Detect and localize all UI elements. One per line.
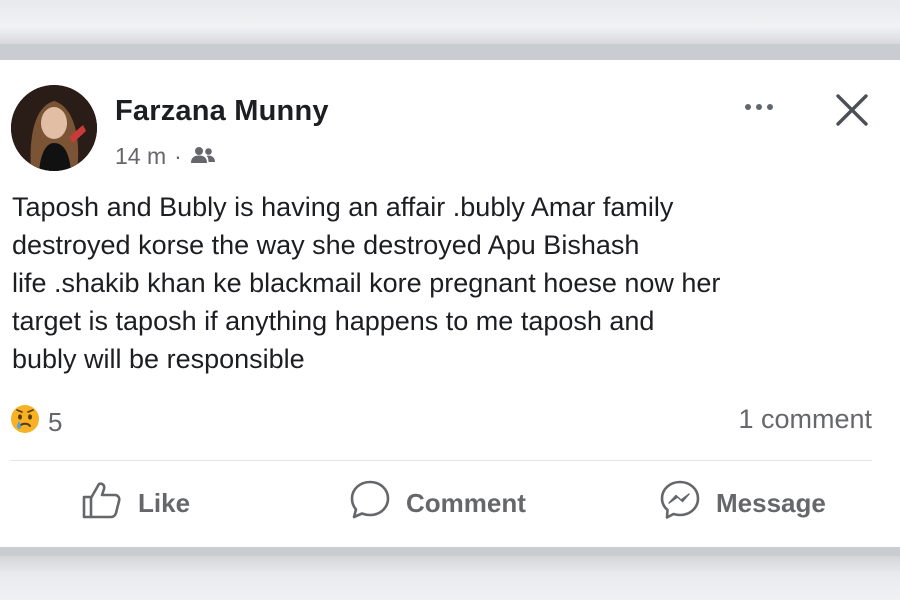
post-text-line: life .shakib khan ke blackmail kore preg… [12, 268, 721, 298]
post-author-name[interactable]: Farzana Munny [115, 95, 329, 128]
meta-separator: · [174, 143, 182, 169]
post-text-line: Taposh and Bubly is having an affair .bu… [12, 192, 674, 222]
avatar-photo [11, 85, 97, 171]
comment-bubble-icon [348, 478, 392, 529]
thumbs-up-icon [80, 478, 124, 529]
message-label: Message [716, 487, 826, 518]
messenger-icon [658, 478, 702, 529]
comment-count[interactable]: 1 comment [738, 404, 872, 435]
post-card: Farzana Munny 14 m · Taposh and Bubly is… [0, 60, 900, 547]
post-meta: 14 m · [115, 143, 216, 170]
previous-post-blurred [0, 0, 900, 44]
close-icon[interactable] [830, 88, 874, 132]
divider [10, 460, 872, 461]
reaction-count: 5 [48, 407, 63, 437]
avatar[interactable] [11, 85, 97, 171]
comment-button[interactable]: Comment [348, 480, 526, 526]
more-options-icon[interactable] [736, 90, 782, 124]
post-text: Taposh and Bubly is having an affair .bu… [12, 188, 882, 378]
post-text-line: destroyed korse the way she destroyed Ap… [12, 230, 640, 260]
like-label: Like [138, 487, 191, 518]
like-button[interactable]: Like [80, 480, 190, 526]
message-button[interactable]: Message [658, 480, 826, 526]
next-post-blurred [0, 556, 900, 600]
reaction-summary[interactable]: 5 [10, 404, 62, 441]
comment-label: Comment [406, 487, 526, 518]
friends-icon [190, 143, 216, 170]
post-time[interactable]: 14 m [115, 143, 166, 170]
post-text-line: bubly will be responsible [12, 344, 305, 374]
post-text-line: target is taposh if anything happens to … [12, 306, 655, 336]
sad-face-icon [10, 404, 40, 441]
